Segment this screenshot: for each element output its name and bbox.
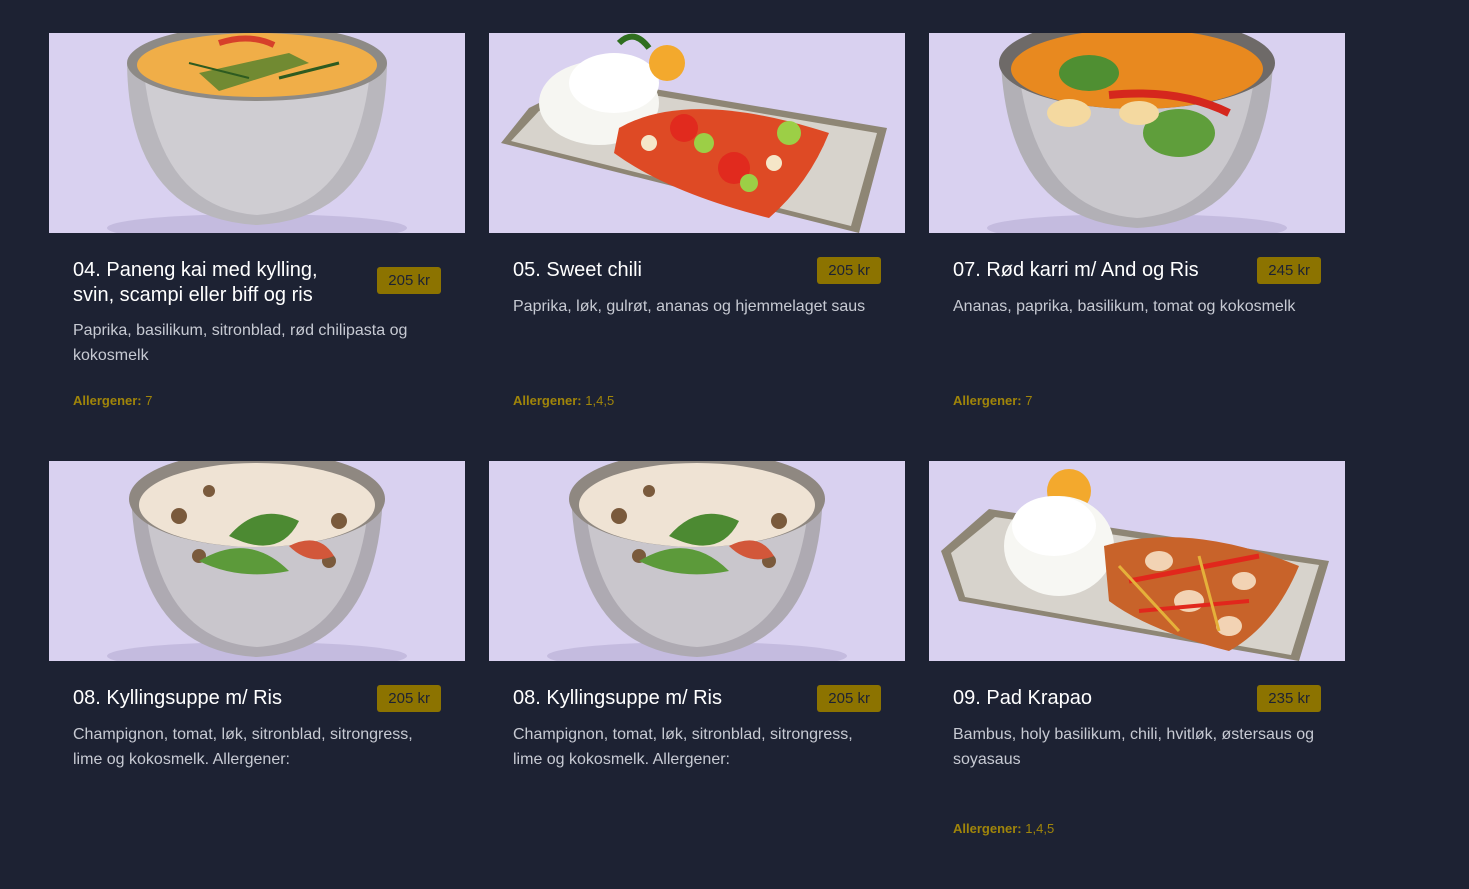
allergen-values: 7 — [1025, 393, 1033, 408]
dish-photo — [49, 461, 465, 661]
card-header: 07. Rød karri m/ And og Ris 245 kr — [953, 257, 1321, 284]
dish-photo — [929, 33, 1345, 233]
dish-photo — [489, 461, 905, 661]
dish-photo — [489, 33, 905, 233]
allergen-info: Allergener: 7 — [73, 393, 153, 408]
card-header: 09. Pad Krapao 235 kr — [953, 685, 1321, 712]
price-badge: 205 kr — [377, 267, 441, 294]
menu-card[interactable]: 08. Kyllingsuppe m/ Ris 205 kr Champigno… — [489, 461, 905, 889]
price-badge: 245 kr — [1257, 257, 1321, 284]
dish-photo — [49, 33, 465, 233]
allergen-values: 1,4,5 — [1025, 821, 1055, 836]
card-header: 08. Kyllingsuppe m/ Ris 205 kr — [513, 685, 881, 712]
menu-grid: 04. Paneng kai med kylling, svin, scampi… — [49, 33, 1345, 889]
dish-description: Ananas, paprika, basilikum, tomat og kok… — [953, 298, 1296, 315]
menu-card[interactable]: 07. Rød karri m/ And og Ris 245 kr Anana… — [929, 33, 1345, 461]
dish-description: Paprika, løk, gulrøt, ananas og hjemmela… — [513, 298, 866, 315]
card-header: 04. Paneng kai med kylling, svin, scampi… — [73, 257, 441, 308]
dish-title: 04. Paneng kai med kylling, svin, scampi… — [73, 259, 318, 306]
menu-card[interactable]: 04. Paneng kai med kylling, svin, scampi… — [49, 33, 465, 461]
menu-card[interactable]: 05. Sweet chili 205 kr Paprika, løk, gul… — [489, 33, 905, 461]
allergen-label: Allergener: — [953, 393, 1022, 408]
dish-description: Paprika, basilikum, sitronblad, rød chil… — [73, 322, 408, 364]
dish-title: 07. Rød karri m/ And og Ris — [953, 259, 1199, 281]
price-badge: 205 kr — [817, 257, 881, 284]
menu-card[interactable]: 09. Pad Krapao 235 kr Bambus, holy basil… — [929, 461, 1345, 889]
card-header: 08. Kyllingsuppe m/ Ris 205 kr — [73, 685, 441, 712]
allergen-label: Allergener: — [953, 821, 1022, 836]
allergen-info: Allergener: 7 — [953, 393, 1033, 408]
price-badge: 235 kr — [1257, 685, 1321, 712]
dish-description: Champignon, tomat, løk, sitronblad, sitr… — [513, 726, 853, 768]
allergen-info: Allergener: 1,4,5 — [953, 821, 1054, 836]
dish-title: 05. Sweet chili — [513, 259, 642, 281]
dish-photo — [929, 461, 1345, 661]
allergen-values: 1,4,5 — [585, 393, 615, 408]
allergen-label: Allergener: — [513, 393, 582, 408]
price-badge: 205 kr — [817, 685, 881, 712]
price-badge: 205 kr — [377, 685, 441, 712]
allergen-values: 7 — [145, 393, 153, 408]
allergen-label: Allergener: — [73, 393, 142, 408]
dish-title: 09. Pad Krapao — [953, 687, 1092, 709]
card-header: 05. Sweet chili 205 kr — [513, 257, 881, 284]
dish-description: Champignon, tomat, løk, sitronblad, sitr… — [73, 726, 413, 768]
dish-title: 08. Kyllingsuppe m/ Ris — [513, 687, 722, 709]
dish-description: Bambus, holy basilikum, chili, hvitløk, … — [953, 726, 1315, 768]
menu-card[interactable]: 08. Kyllingsuppe m/ Ris 205 kr Champigno… — [49, 461, 465, 889]
allergen-info: Allergener: 1,4,5 — [513, 393, 614, 408]
dish-title: 08. Kyllingsuppe m/ Ris — [73, 687, 282, 709]
